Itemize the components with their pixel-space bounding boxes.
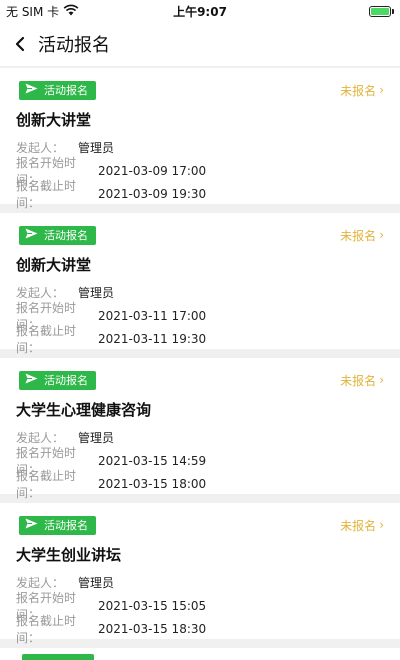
event-type-tag: 活动报名 — [19, 80, 96, 100]
send-icon — [25, 518, 38, 532]
chevron-right-icon: › — [379, 228, 384, 242]
signup-status[interactable]: 未报名 › — [340, 82, 384, 99]
signup-status[interactable]: 未报名 › — [340, 227, 384, 244]
carrier-label: 无 SIM 卡 — [6, 4, 60, 19]
send-icon — [25, 83, 38, 97]
status-bar: 无 SIM 卡 上午9:07 — [0, 0, 400, 22]
tag-label: 活动报名 — [44, 229, 88, 242]
event-card-partial[interactable] — [0, 648, 400, 660]
chevron-left-icon[interactable] — [14, 34, 32, 54]
signup-status[interactable]: 未报名 › — [340, 372, 384, 389]
event-card[interactable]: 活动报名 未报名 › 大学生心理健康咨询 发起人： 管理员 报名开始时间： 20… — [0, 358, 400, 500]
battery-icon — [369, 5, 394, 17]
start-time-value: 2021-03-15 14:59 — [98, 453, 207, 468]
chevron-right-icon: › — [379, 83, 384, 97]
status-label: 未报名 — [340, 373, 377, 388]
event-card[interactable]: 活动报名 未报名 › 大学生创业讲坛 发起人： 管理员 报名开始时间： 2021… — [0, 503, 400, 645]
end-time-row: 报名截止时间： 2021-03-11 19:30 — [16, 324, 384, 355]
end-time-label: 报名截止时间： — [16, 323, 77, 355]
nav-bar: 活动报名 — [0, 22, 400, 66]
event-title: 创新大讲堂 — [16, 256, 92, 274]
end-time-value: 2021-03-11 19:30 — [98, 331, 207, 346]
event-list: 活动报名 未报名 › 创新大讲堂 发起人： 管理员 报名开始时间： 2021-0… — [0, 66, 400, 660]
end-time-value: 2021-03-15 18:30 — [98, 621, 207, 636]
send-icon — [25, 373, 38, 387]
event-type-tag: 活动报名 — [19, 370, 96, 390]
end-time-row: 报名截止时间： 2021-03-15 18:00 — [16, 469, 384, 500]
event-type-tag — [22, 654, 94, 660]
end-time-row: 报名截止时间： 2021-03-15 18:30 — [16, 614, 384, 645]
signup-status[interactable]: 未报名 › — [340, 517, 384, 534]
event-type-tag: 活动报名 — [19, 225, 96, 245]
chevron-right-icon: › — [379, 373, 384, 387]
tag-label: 活动报名 — [44, 374, 88, 387]
chevron-right-icon: › — [379, 518, 384, 532]
end-time-value: 2021-03-15 18:00 — [98, 476, 207, 491]
start-time-value: 2021-03-09 17:00 — [98, 163, 207, 178]
end-time-label: 报名截止时间： — [16, 178, 77, 210]
send-icon — [25, 228, 38, 242]
status-label: 未报名 — [340, 518, 377, 533]
event-type-tag: 活动报名 — [19, 515, 96, 535]
start-time-value: 2021-03-11 17:00 — [98, 308, 207, 323]
status-label: 未报名 — [340, 83, 377, 98]
event-title: 创新大讲堂 — [16, 111, 92, 129]
event-card[interactable]: 活动报名 未报名 › 创新大讲堂 发起人： 管理员 报名开始时间： 2021-0… — [0, 68, 400, 210]
start-time-value: 2021-03-15 15:05 — [98, 598, 207, 613]
event-title: 大学生心理健康咨询 — [16, 401, 152, 419]
end-time-row: 报名截止时间： 2021-03-09 19:30 — [16, 179, 384, 210]
end-time-value: 2021-03-09 19:30 — [98, 186, 207, 201]
status-label: 未报名 — [340, 228, 377, 243]
clock: 上午9:07 — [173, 4, 227, 19]
status-left: 无 SIM 卡 — [6, 3, 79, 20]
event-card[interactable]: 活动报名 未报名 › 创新大讲堂 发起人： 管理员 报名开始时间： 2021-0… — [0, 213, 400, 355]
tag-label: 活动报名 — [44, 519, 88, 532]
page-title: 活动报名 — [38, 35, 110, 56]
tag-label: 活动报名 — [44, 84, 88, 97]
wifi-icon — [63, 4, 79, 19]
end-time-label: 报名截止时间： — [16, 468, 77, 500]
event-title: 大学生创业讲坛 — [16, 546, 122, 564]
end-time-label: 报名截止时间： — [16, 613, 77, 645]
